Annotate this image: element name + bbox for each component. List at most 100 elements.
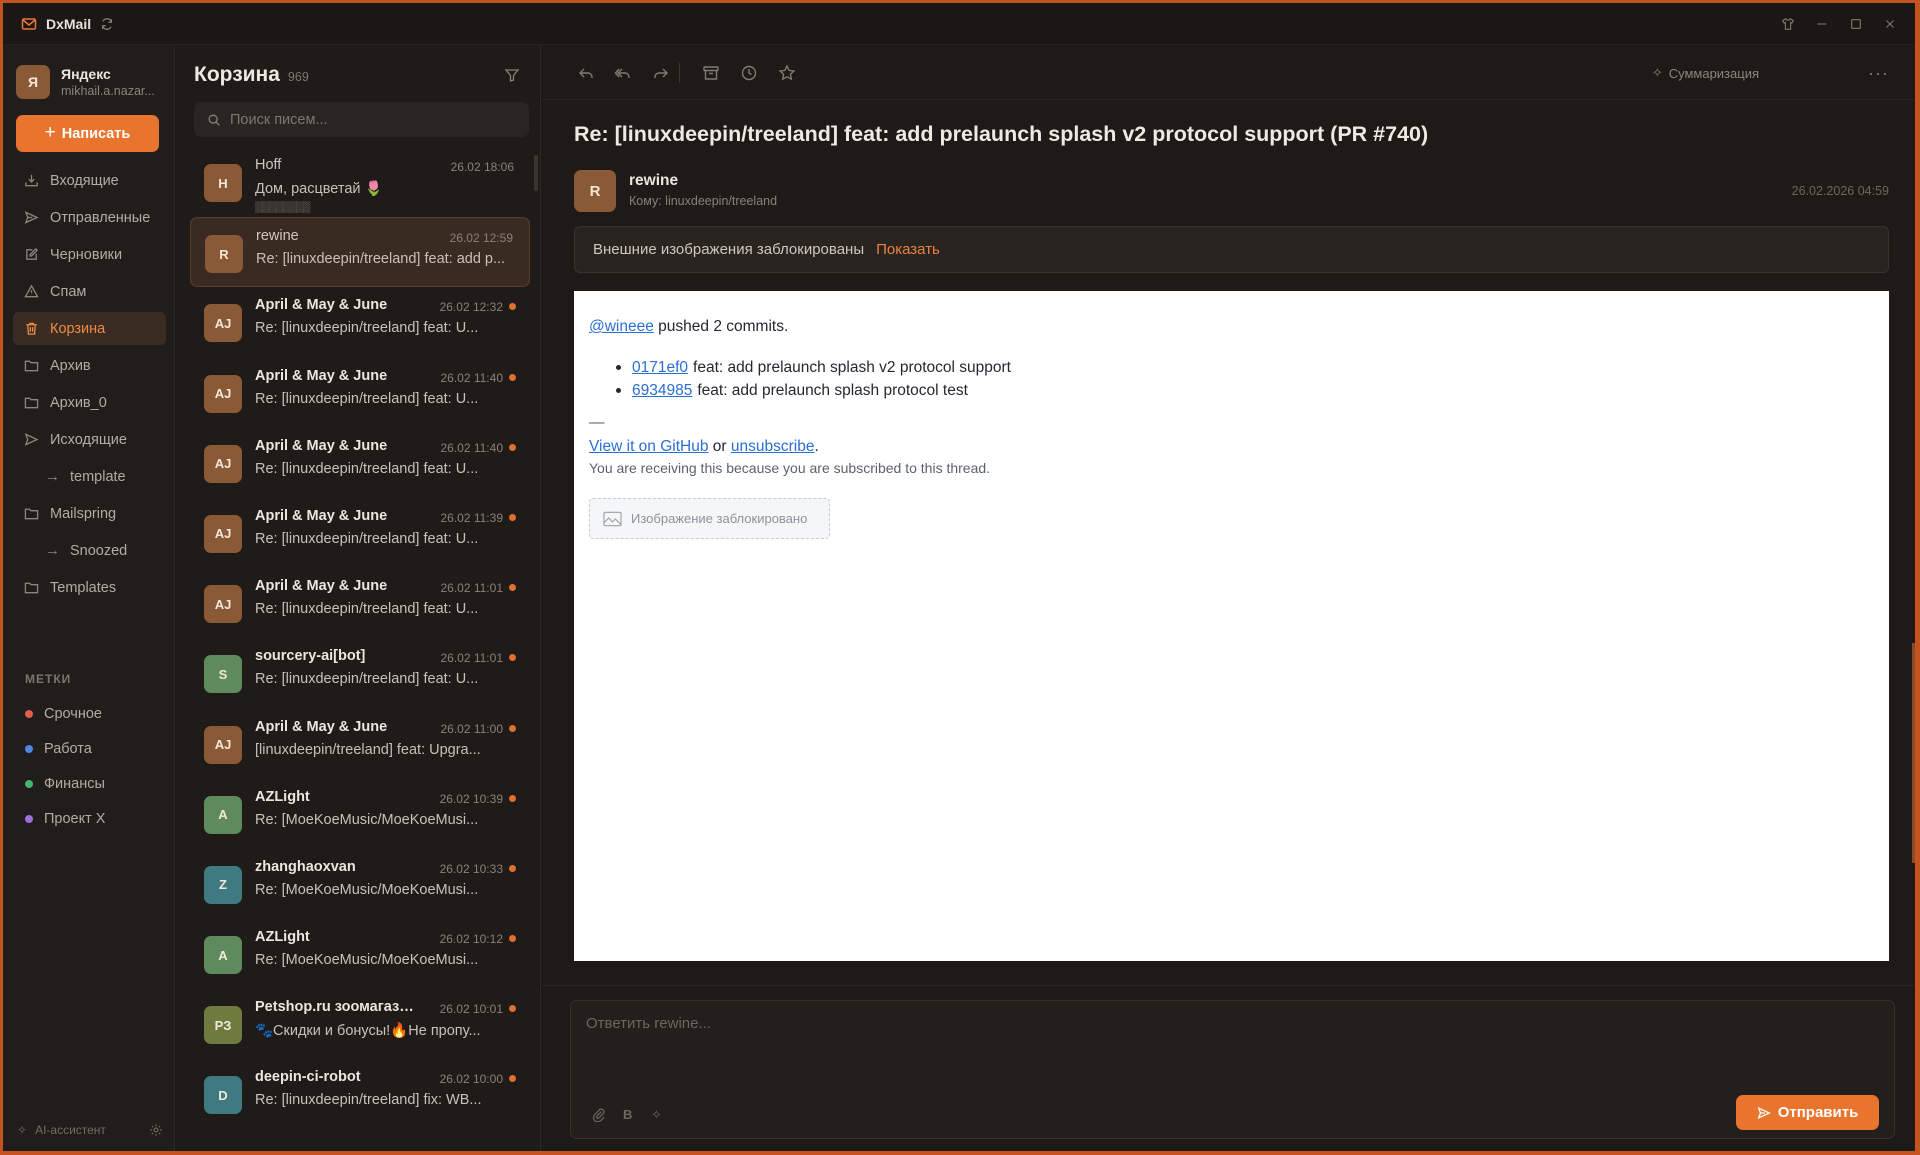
nav-item-mailspring[interactable]: Mailspring [13, 497, 166, 530]
sparkle-icon[interactable]: ✧ [651, 1107, 666, 1122]
nav-label: Отправленные [50, 209, 151, 226]
theme-shirt-icon[interactable] [1777, 13, 1799, 35]
list-scrollbar[interactable] [534, 155, 538, 191]
message-row[interactable]: AJ April & May & June 26.02 11:40 Re: [l… [190, 358, 530, 428]
maximize-icon[interactable] [1845, 13, 1867, 35]
more-options-icon[interactable]: ··· [1868, 63, 1889, 84]
unsubscribe-link[interactable]: unsubscribe [731, 438, 815, 455]
snooze-clock-icon[interactable] [740, 64, 758, 82]
reading-pane: ✧ Суммаризация ··· Re: [linuxdeepin/tree… [542, 45, 1915, 1151]
minimize-icon[interactable] [1811, 13, 1833, 35]
gear-icon[interactable] [149, 1123, 163, 1137]
account-switcher[interactable]: Я Яндекс mikhail.a.nazar... [16, 65, 166, 99]
message-subject-title: Re: [linuxdeepin/treeland] feat: add pre… [574, 122, 1429, 146]
nav-item-inbox[interactable]: Входящие [13, 164, 166, 197]
nav-item-templates[interactable]: Templates [13, 571, 166, 604]
message-row[interactable]: S sourcery-ai[bot] 26.02 11:01 Re: [linu… [190, 638, 530, 708]
period-text: . [814, 438, 819, 455]
arrow-right-icon: → [45, 468, 60, 485]
send-button[interactable]: Отправить [1736, 1095, 1879, 1130]
nav-item-archive[interactable]: Архив [13, 349, 166, 382]
account-avatar: Я [16, 65, 50, 99]
account-email: mikhail.a.nazar... [61, 84, 155, 98]
reply-icon[interactable] [577, 64, 595, 82]
message-subject: Дом, расцветай 🌷 [255, 181, 383, 197]
view-on-github-link[interactable]: View it on GitHub [589, 438, 708, 455]
message-row[interactable]: D deepin-ci-robot 26.02 10:00 Re: [linux… [190, 1059, 530, 1129]
nav-label: Архив [50, 357, 91, 374]
reply-input[interactable] [586, 1015, 1876, 1075]
send-icon [24, 211, 39, 224]
ai-assistant-label: AI-ассистент [35, 1123, 106, 1137]
nav-item-drafts[interactable]: Черновики [13, 238, 166, 271]
sender-avatar: Z [204, 865, 242, 904]
message-from: AZLight [255, 929, 310, 946]
message-row[interactable]: AJ April & May & June 26.02 11:39 Re: [l… [190, 498, 530, 568]
message-from: April & May & June [255, 507, 388, 524]
message-from: AZLight [255, 788, 310, 805]
ai-assistant-button[interactable]: ✧ AI-ассистент [17, 1123, 163, 1137]
sender-name[interactable]: rewine [629, 172, 678, 190]
nav-item-outbox[interactable]: Исходящие [13, 423, 166, 456]
message-row[interactable]: PЗ Petshop.ru зоомагазин 26.02 10:01 🐾Ск… [190, 989, 530, 1059]
blocked-image-placeholder[interactable]: Изображение заблокировано [589, 498, 830, 539]
window-resize-edge[interactable] [1912, 643, 1915, 863]
message-date: 26.02 10:01 [439, 1002, 503, 1017]
message-row-selected[interactable]: R rewine 26.02 12:59 Re: [linuxdeepin/tr… [190, 217, 530, 288]
forward-icon[interactable] [652, 64, 670, 82]
recipient-line: Кому: linuxdeepin/treeland [629, 194, 778, 208]
message-row[interactable]: H Hoff 26.02 18:06 Дом, расцветай 🌷 ▒▒▒▒… [190, 147, 530, 217]
message-row[interactable]: A AZLight 26.02 10:12 Re: [MoeKoeMusic/M… [190, 919, 530, 989]
title-bar: DxMail [3, 3, 1915, 45]
account-name: Яндекс [61, 66, 111, 82]
label-dot [25, 744, 33, 753]
nav-item-archive-0[interactable]: Архив_0 [13, 386, 166, 419]
label-finance[interactable]: Финансы [25, 766, 105, 801]
user-link[interactable]: @wineee [589, 318, 654, 335]
archive-icon[interactable] [702, 64, 720, 82]
warning-icon [24, 284, 39, 298]
nav-label: Snoozed [70, 542, 128, 559]
label-text: Финансы [44, 775, 105, 792]
message-subject: Re: [linuxdeepin/treeland] feat: U... [255, 460, 479, 477]
folder-icon [24, 582, 39, 594]
unread-dot [509, 513, 516, 521]
nav-item-snoozed[interactable]: → Snoozed [13, 534, 166, 567]
close-icon[interactable] [1879, 13, 1901, 35]
message-from: rewine [256, 228, 299, 245]
commit-sha-link[interactable]: 0171ef0 [632, 359, 688, 377]
message-row[interactable]: AJ April & May & June 26.02 12:32 Re: [l… [190, 287, 530, 357]
reply-all-icon[interactable] [614, 64, 632, 82]
nav-item-trash[interactable]: Корзина [13, 312, 166, 345]
filter-icon[interactable] [504, 67, 520, 83]
message-row[interactable]: A AZLight 26.02 10:39 Re: [MoeKoeMusic/M… [190, 779, 530, 849]
label-urgent[interactable]: Срочное [25, 696, 105, 731]
nav-item-template[interactable]: → template [13, 460, 166, 493]
star-icon[interactable] [778, 64, 796, 82]
nav-item-sent[interactable]: Отправленные [13, 201, 166, 234]
message-row[interactable]: AJ April & May & June 26.02 11:40 Re: [l… [190, 428, 530, 498]
label-project-x[interactable]: Проект X [25, 801, 105, 836]
message-row[interactable]: AJ April & May & June 26.02 11:01 Re: [l… [190, 568, 530, 638]
bold-icon[interactable]: B [623, 1107, 638, 1122]
arrow-right-icon: → [45, 542, 60, 559]
nav-item-spam[interactable]: Спам [13, 275, 166, 308]
images-blocked-text: Внешние изображения заблокированы [593, 241, 865, 258]
attach-icon[interactable] [591, 1107, 606, 1122]
search-box[interactable] [194, 102, 529, 137]
sync-icon[interactable] [100, 17, 114, 31]
subscription-reason: You are receiving this because you are s… [589, 460, 991, 476]
show-images-link[interactable]: Показать [876, 241, 940, 258]
message-from: April & May & June [255, 718, 388, 735]
outbox-icon [24, 433, 39, 446]
label-text: Срочное [44, 705, 102, 722]
summarize-button[interactable]: ✧ Суммаризация [1652, 65, 1759, 81]
compose-button[interactable]: + Написать [16, 115, 159, 152]
unread-dot [509, 1005, 516, 1013]
label-work[interactable]: Работа [25, 731, 105, 766]
message-row[interactable]: AJ April & May & June 26.02 11:00 [linux… [190, 709, 530, 779]
search-input[interactable] [230, 111, 520, 128]
message-row[interactable]: Z zhanghaoxvan 26.02 10:33 Re: [MoeKoeMu… [190, 849, 530, 919]
commit-sha-link[interactable]: 6934985 [632, 382, 692, 400]
sender-avatar: AJ [204, 374, 242, 413]
